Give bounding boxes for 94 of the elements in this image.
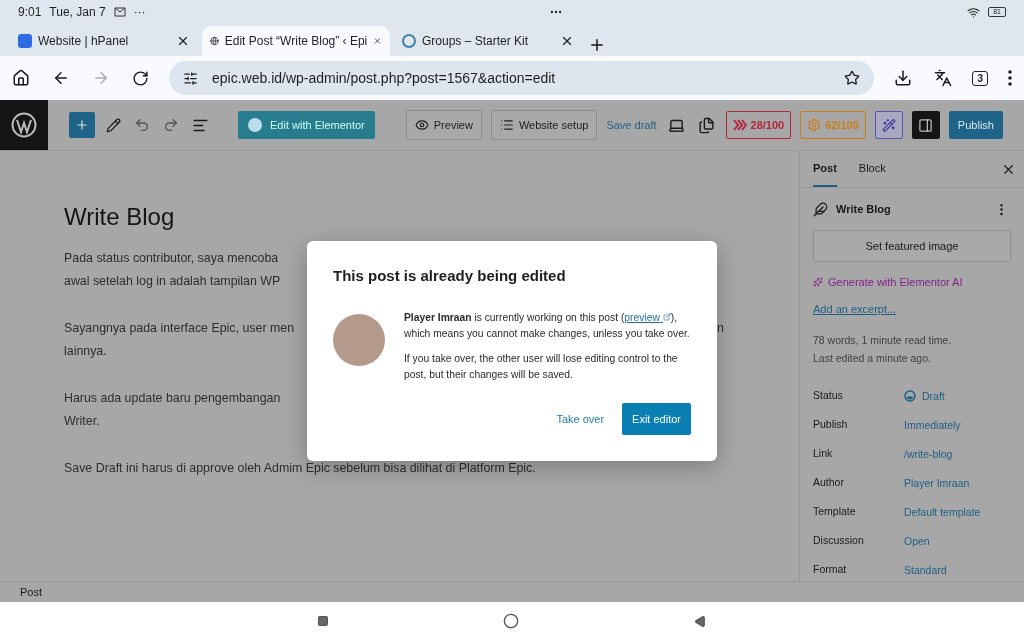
avatar-placeholder — [333, 314, 385, 366]
status-icon — [904, 389, 916, 402]
back-nav-button[interactable] — [693, 614, 707, 628]
excerpt-link[interactable]: Add an excerpt... — [813, 303, 1011, 315]
field-label: Discussion — [813, 533, 865, 548]
logo-button[interactable] — [0, 100, 48, 150]
feather-icon — [813, 201, 828, 217]
tab-count-button[interactable]: 3 — [972, 70, 988, 86]
paragraph-text: Harus ada update baru pengembangan — [64, 390, 281, 407]
post-stats: 78 words, 1 minute read time. — [813, 333, 953, 348]
field-value-link[interactable]: Draft — [904, 389, 1011, 402]
logo-icon — [11, 112, 37, 138]
field-label: Status — [813, 388, 844, 403]
wifi-icon — [967, 5, 981, 19]
field-label: Author — [813, 475, 845, 490]
elementor-button[interactable]: Edit with Elementor — [238, 111, 375, 139]
bookmark-icon[interactable] — [844, 70, 861, 86]
browser-tab[interactable]: Edit Post “Write Blog” ‹ Epi — [202, 26, 390, 56]
browser-tab[interactable]: Groups – Starter Kit — [394, 26, 582, 56]
exit-editor-button[interactable]: Exit editor — [622, 403, 691, 435]
redo-icon — [163, 117, 179, 133]
logo-icon — [248, 118, 262, 132]
translate-icon — [934, 69, 953, 87]
close-icon[interactable] — [560, 34, 574, 48]
dialog-message: Player Imraan is currently working on this post (preview ), which means you cannot make changes, unless you take over. — [404, 311, 691, 341]
recents-button[interactable] — [317, 615, 330, 627]
browser-tab[interactable]: Website | hPanel — [10, 26, 198, 56]
external-link-icon — [662, 313, 671, 321]
preview-link[interactable]: preview — [624, 312, 671, 323]
eye-icon — [414, 118, 429, 132]
address-field[interactable]: epic.web.id/wp-admin/post.php?post=1567&action=edit — [169, 61, 875, 95]
sidebar-tab[interactable]: Block — [858, 151, 886, 187]
field-label: Publish — [813, 417, 849, 432]
date: Tue, Jan 7 — [49, 5, 106, 19]
clock: 9:01 — [18, 5, 42, 19]
pages-icon — [697, 116, 715, 134]
sparkles-icon — [813, 277, 823, 287]
home-nav-button[interactable] — [503, 613, 520, 629]
field-value-link[interactable]: /write-blog — [904, 447, 1011, 460]
post-name: Write Blog — [836, 203, 892, 215]
paragraph-text: awal setelah log in adalah tampilan WP — [64, 273, 281, 290]
add-block-button[interactable] — [69, 112, 95, 138]
forward-arrow-icon — [92, 69, 110, 87]
field-label: Link — [813, 446, 834, 461]
sidebar-toggle-button[interactable] — [911, 111, 940, 139]
generate-ai-link[interactable]: Generate with Elementor AI — [813, 276, 1011, 288]
menu-button[interactable] — [1006, 68, 1014, 88]
magic-wand-icon — [881, 117, 896, 133]
preview-button[interactable]: Preview — [405, 110, 482, 140]
save-draft-button[interactable]: Save draft — [606, 119, 657, 131]
plus-icon — [588, 36, 606, 54]
download-icon — [894, 69, 913, 87]
paragraph-text: Sayangnya pada interface Epic, user men — [64, 320, 295, 337]
field-value-link[interactable]: Player Imraan — [904, 476, 1011, 489]
logo-icon — [732, 118, 747, 132]
take-over-button[interactable]: Take over — [556, 413, 605, 425]
list-icon — [499, 118, 514, 132]
close-icon[interactable] — [176, 34, 190, 48]
score-button[interactable]: 28/100 — [725, 111, 792, 139]
field-value-link[interactable]: Standard — [904, 563, 1011, 576]
field-value-link[interactable]: Immediately — [904, 418, 1011, 431]
plus-icon — [75, 117, 89, 133]
undo-icon — [134, 117, 150, 133]
panel-icon — [918, 117, 934, 133]
field-value-link[interactable]: Default template — [904, 505, 1011, 518]
field-label: Format — [813, 562, 848, 577]
site-favicon — [18, 34, 32, 48]
sidebar-tab[interactable]: Post — [813, 151, 837, 187]
site-settings-icon — [183, 70, 198, 86]
field-label: Template — [813, 504, 857, 519]
paragraph-text: Writer. — [64, 413, 100, 430]
home-icon — [12, 69, 30, 87]
post-title: Write Blog — [64, 203, 176, 231]
mail-icon — [113, 7, 126, 17]
paragraph-text: lainnya. — [64, 343, 107, 360]
gear-icon — [807, 118, 822, 132]
featured-image-button[interactable]: Set featured image — [813, 230, 1011, 262]
menu-icon — [1008, 70, 1012, 86]
paragraph-text: n — [717, 320, 724, 337]
dialog-note: If you take over, the other user will lose editing control to the post, but their changes will be saved. — [404, 352, 679, 382]
post-stats: Last edited a minute ago. — [813, 351, 932, 366]
reload-icon — [132, 69, 149, 87]
breadcrumb[interactable]: Post — [20, 586, 42, 598]
website-setup-button[interactable]: Website setup — [490, 110, 598, 140]
site-favicon — [402, 34, 416, 48]
dialog-title: This post is already being edited — [333, 267, 567, 284]
pencil-icon — [106, 117, 121, 133]
publish-button[interactable]: Publish — [948, 111, 1003, 139]
more-notifications: ··· — [133, 5, 146, 19]
magic-wand-button[interactable] — [874, 111, 903, 139]
paragraph-text: Save Draft ini harus di approve oleh Admim Epic sebelum bisa dilihat di Platform Epic. — [64, 460, 536, 477]
field-value-link[interactable]: Open — [904, 534, 1011, 547]
globe-icon — [210, 34, 219, 48]
paragraph-text: Pada status contributor, saya mencoba — [64, 250, 279, 267]
